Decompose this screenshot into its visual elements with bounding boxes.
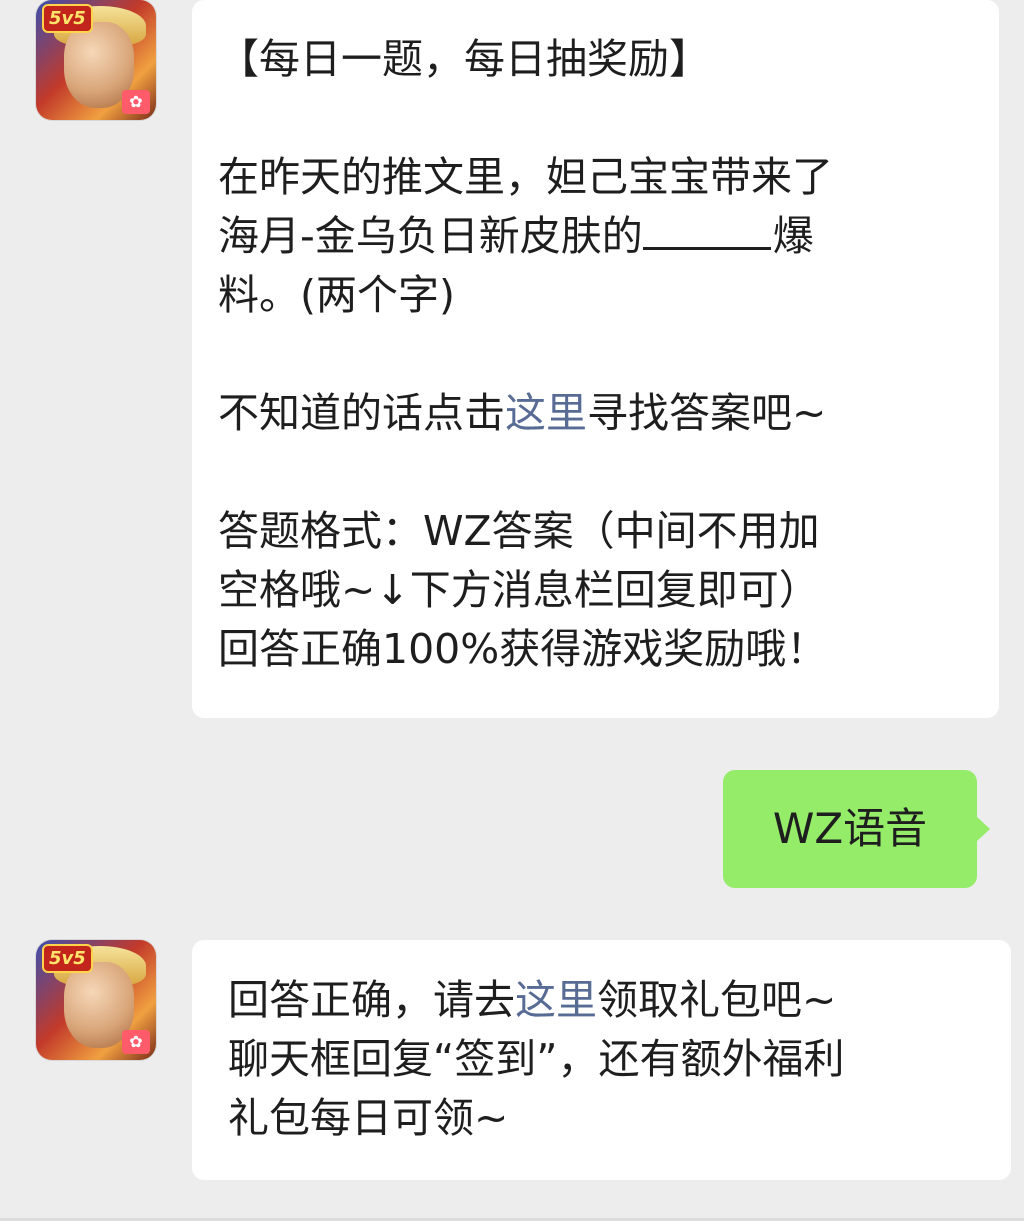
- answer-blank: [642, 207, 771, 250]
- game-logo-badge: 5v5: [42, 4, 93, 33]
- outgoing-message-reply[interactable]: WZ语音: [723, 770, 990, 888]
- quiz-question-line2-end: 爆: [772, 212, 814, 260]
- reward-line1-start: 回答正确，请去: [228, 976, 515, 1024]
- reward-line2: 聊天框回复“签到”，还有额外福利: [228, 1035, 845, 1083]
- sender-avatar[interactable]: 5v5 ✿: [36, 940, 156, 1060]
- quiz-question-line2: 海月-金乌负日新皮肤的 爆: [218, 207, 979, 266]
- format-line1: 答题格式：WZ答案（中间不用加: [218, 507, 820, 555]
- gift-icon: ✿: [122, 90, 150, 114]
- quiz-hint: 不知道的话点击这里寻找答案吧~: [218, 384, 979, 443]
- incoming-message-reward[interactable]: 回答正确，请去这里领取礼包吧~ 聊天框回复“签到”，还有额外福利 礼包每日可领~: [192, 940, 1011, 1180]
- reward-line3: 礼包每日可领~: [228, 1094, 509, 1142]
- incoming-message-quiz[interactable]: 【每日一题，每日抽奖励】 在昨天的推文里，妲己宝宝带来了 海月-金乌负日新皮肤的…: [192, 0, 999, 718]
- reward-line1-end: 领取礼包吧~: [597, 976, 837, 1024]
- quiz-hint-start: 不知道的话点击: [218, 389, 505, 437]
- reward-link[interactable]: 这里: [515, 976, 597, 1024]
- quiz-title: 【每日一题，每日抽奖励】: [218, 35, 710, 83]
- quiz-hint-end: 寻找答案吧~: [587, 389, 827, 437]
- quiz-question-line2-start: 海月-金乌负日新皮肤的: [218, 212, 643, 260]
- answer-link[interactable]: 这里: [505, 389, 587, 437]
- quiz-question-line3: 料。(两个字): [218, 271, 455, 319]
- gift-icon: ✿: [122, 1030, 150, 1054]
- game-logo-badge: 5v5: [42, 944, 93, 973]
- reply-text: WZ语音: [772, 804, 928, 853]
- bubble-tail: [976, 816, 990, 842]
- format-line3: 回答正确100%获得游戏奖励哦！: [218, 625, 828, 673]
- sender-avatar[interactable]: 5v5 ✿: [36, 0, 156, 120]
- reward-line1: 回答正确，请去这里领取礼包吧~: [228, 971, 991, 1030]
- format-line2: 空格哦~↓下方消息栏回复即可）: [218, 566, 820, 614]
- quiz-question-line1: 在昨天的推文里，妲己宝宝带来了: [218, 153, 833, 201]
